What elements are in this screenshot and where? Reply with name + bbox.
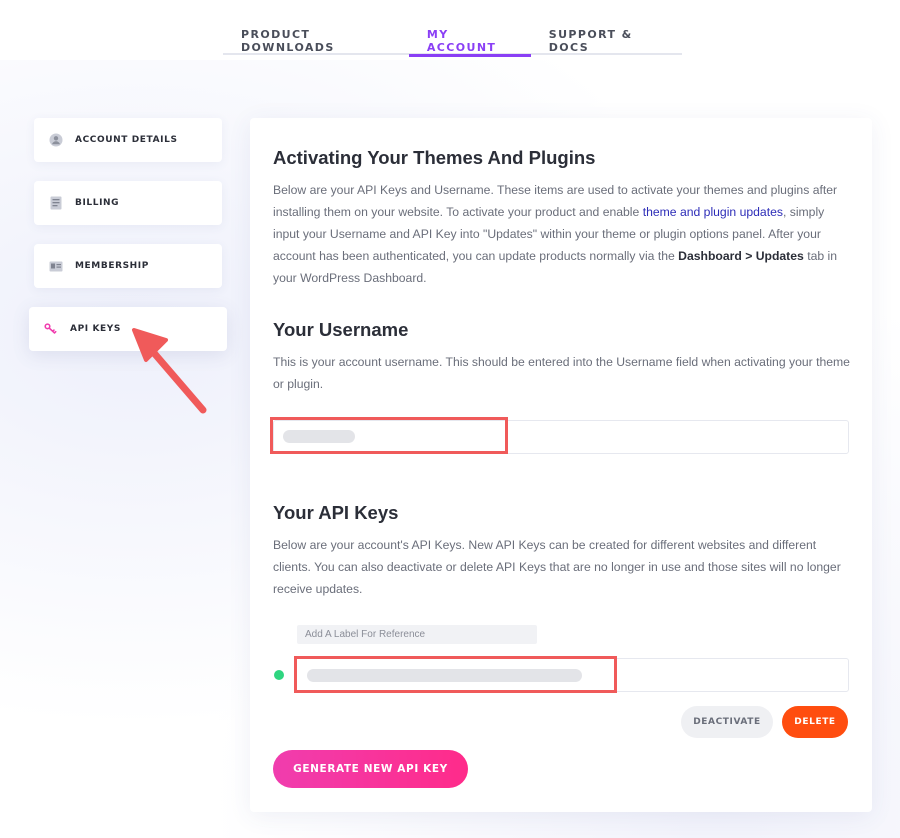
id-card-icon (49, 259, 63, 273)
api-keys-title: Your API Keys (273, 502, 399, 523)
tab-support-docs[interactable]: SUPPORT & DOCS (531, 22, 682, 55)
annotation-arrow-icon (132, 328, 207, 414)
sidebar-item-label: BILLING (75, 198, 120, 208)
sidebar-item-membership[interactable]: MEMBERSHIP (34, 244, 222, 288)
activating-title: Activating Your Themes And Plugins (273, 147, 596, 168)
user-icon (49, 133, 63, 147)
key-icon (44, 322, 58, 336)
sidebar-item-label: ACCOUNT DETAILS (75, 135, 178, 145)
activating-description: Below are your API Keys and Username. Th… (273, 183, 838, 285)
generate-api-key-button[interactable]: GENERATE NEW API KEY (273, 750, 468, 788)
plugin-updates-link[interactable]: theme and plugin updates (643, 205, 783, 219)
delete-button[interactable]: DELETE (782, 706, 848, 738)
sidebar-item-label: MEMBERSHIP (75, 261, 149, 271)
username-title: Your Username (273, 319, 409, 340)
api-key-label-input[interactable]: Add A Label For Reference (297, 625, 537, 644)
document-icon (49, 196, 63, 210)
active-status-dot (274, 670, 284, 680)
highlight-box (294, 656, 617, 693)
api-keys-panel: Activating Your Themes And Plugins Below… (250, 118, 872, 812)
api-keys-description: Below are your account's API Keys. New A… (273, 538, 841, 596)
deactivate-button[interactable]: DEACTIVATE (681, 706, 773, 738)
highlight-box (270, 417, 508, 454)
tab-my-account[interactable]: MY ACCOUNT (408, 22, 531, 57)
sidebar-item-account-details[interactable]: ACCOUNT DETAILS (34, 118, 222, 162)
sidebar-item-label: API KEYS (70, 324, 121, 334)
sidebar-item-billing[interactable]: BILLING (34, 181, 222, 225)
username-description: This is your account username. This shou… (273, 355, 850, 391)
tab-product-downloads[interactable]: PRODUCT DOWNLOADS (223, 22, 409, 55)
account-tabs: PRODUCT DOWNLOADS MY ACCOUNT SUPPORT & D… (223, 22, 682, 57)
